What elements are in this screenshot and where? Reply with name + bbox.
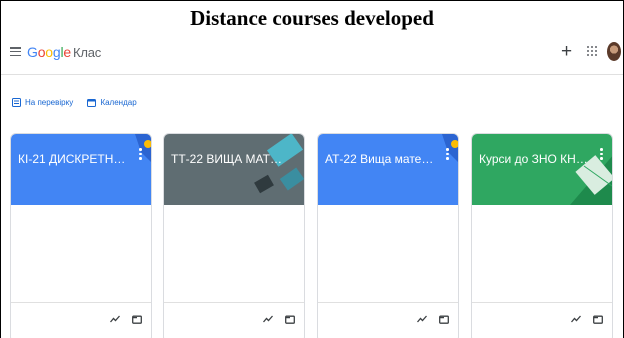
- calendar-link[interactable]: Календар: [87, 98, 137, 107]
- review-icon: [12, 98, 21, 107]
- folder-icon[interactable]: [593, 315, 603, 324]
- card-banner: [164, 134, 304, 205]
- folder-icon[interactable]: [439, 315, 449, 324]
- plus-icon[interactable]: +: [561, 41, 572, 63]
- card-banner: [318, 134, 458, 205]
- course-card[interactable]: ТТ-22 ВИЩА МАТЕМАТИКА: [163, 133, 305, 338]
- course-title[interactable]: АТ-22 Вища математика: [325, 152, 437, 166]
- card-divider: [318, 302, 458, 303]
- to-review-link[interactable]: На перевірку: [12, 98, 73, 107]
- course-card[interactable]: Курси до ЗНО КНУ математика: [471, 133, 613, 338]
- header-divider: [1, 74, 623, 75]
- banner-illustration: [254, 134, 304, 194]
- trending-icon[interactable]: [571, 315, 581, 323]
- quick-links: На перевірку Календар: [12, 98, 149, 109]
- folder-icon[interactable]: [285, 315, 295, 324]
- card-banner: [11, 134, 151, 205]
- apps-icon[interactable]: [587, 46, 597, 56]
- logo-letter: o: [45, 44, 53, 60]
- more-vert-icon[interactable]: [139, 148, 143, 162]
- more-vert-icon[interactable]: [600, 148, 604, 162]
- folder-icon[interactable]: [132, 315, 142, 324]
- app-name: Клас: [73, 45, 102, 60]
- menu-icon[interactable]: [10, 47, 21, 57]
- banner-illustration: [570, 155, 612, 205]
- figure-caption: Distance courses developed: [190, 6, 434, 30]
- card-divider: [11, 302, 151, 303]
- course-card[interactable]: КІ-21 ДИСКРЕТНА МАТЕМАТИКА: [10, 133, 152, 338]
- google-classroom-logo[interactable]: Google Клас: [27, 44, 101, 60]
- card-divider: [164, 302, 304, 303]
- course-title[interactable]: Курси до ЗНО КНУ математика: [479, 152, 591, 166]
- logo-letter: G: [27, 44, 38, 60]
- course-title[interactable]: КІ-21 ДИСКРЕТНА МАТЕМАТИКА: [18, 152, 130, 166]
- more-vert-icon[interactable]: [446, 148, 450, 162]
- to-review-label: На перевірку: [25, 98, 74, 107]
- trending-icon[interactable]: [110, 315, 120, 323]
- card-banner: [472, 134, 612, 205]
- calendar-icon: [87, 99, 97, 107]
- card-divider: [472, 302, 612, 303]
- course-title[interactable]: ТТ-22 ВИЩА МАТЕМАТИКА: [171, 152, 283, 166]
- banner-illustration: [442, 134, 458, 162]
- top-app-bar: Google Клас +: [1, 38, 623, 70]
- course-card[interactable]: АТ-22 Вища математика: [317, 133, 459, 338]
- banner-illustration: [135, 134, 151, 162]
- avatar[interactable]: [607, 42, 621, 61]
- calendar-label: Календар: [100, 98, 137, 107]
- trending-icon[interactable]: [417, 315, 427, 323]
- logo-letter: e: [63, 44, 71, 60]
- trending-icon[interactable]: [263, 315, 273, 323]
